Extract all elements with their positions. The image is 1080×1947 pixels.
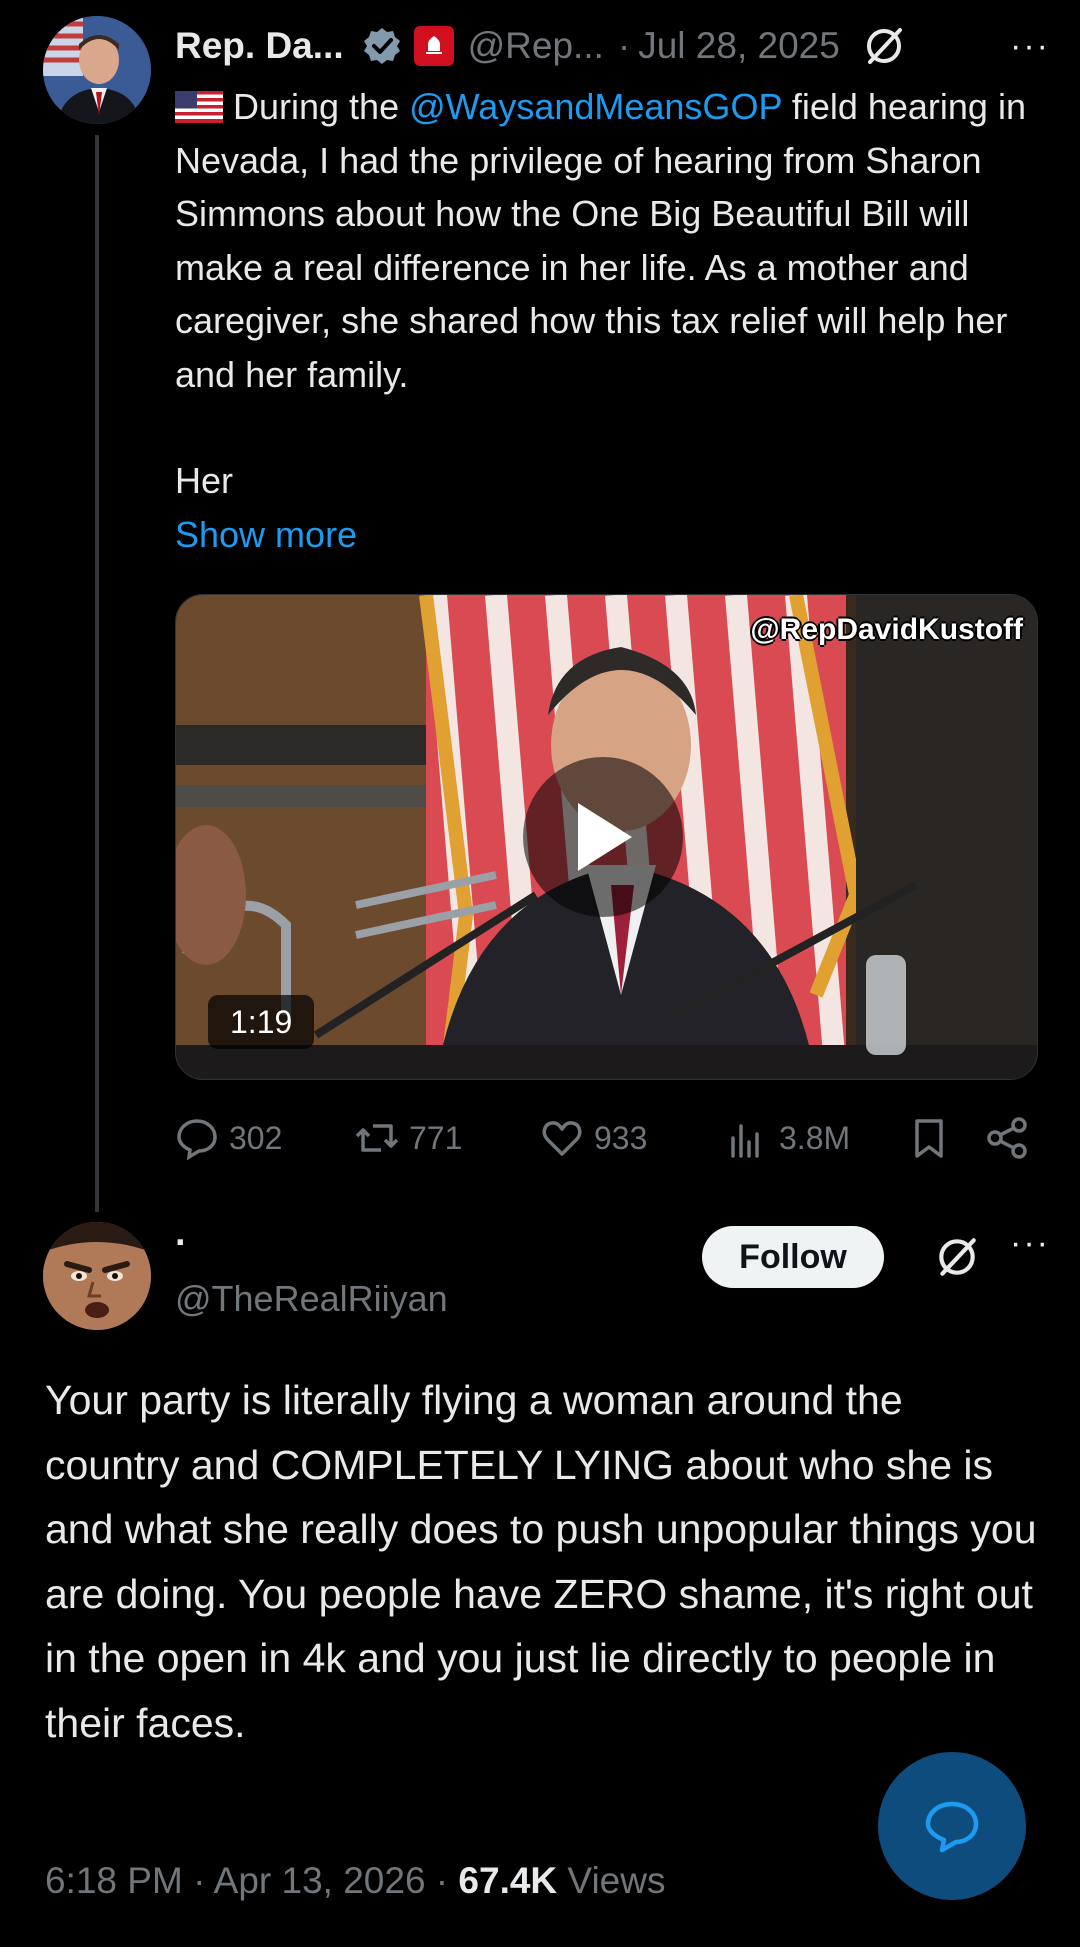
reply-body: Your party is literally flying a woman a… [45, 1377, 1037, 1746]
play-button[interactable] [523, 757, 683, 917]
tweet-date[interactable]: Jul 28, 2025 [638, 25, 840, 67]
author-avatar[interactable] [43, 16, 151, 124]
like-button[interactable]: 933 [540, 1110, 647, 1166]
follow-button[interactable]: Follow [702, 1226, 884, 1288]
bookmark-icon [915, 1119, 943, 1158]
bookmark-button[interactable] [907, 1110, 961, 1166]
grok-icon[interactable] [934, 1234, 980, 1280]
share-button[interactable] [985, 1110, 1039, 1166]
like-icon [542, 1121, 582, 1156]
tweet-text-continuation: Her [175, 460, 234, 501]
verified-badge-icon [363, 28, 400, 64]
meta-separator: · [425, 1860, 459, 1901]
reply-icon [177, 1119, 217, 1160]
grok-icon[interactable] [862, 24, 906, 68]
video-watermark: @RepDavidKustoff [750, 613, 1023, 646]
repost-button[interactable]: 771 [355, 1110, 462, 1166]
video-player[interactable]: @RepDavidKustoff 1:19 [175, 594, 1038, 1080]
reply-author-handle[interactable]: @TheRealRiiyan [175, 1278, 448, 1320]
tweet-header: Rep. Da... @Rep... · Jul 28, 2025 ··· [175, 18, 1050, 74]
tweet-body: During the @WaysandMeansGOP field hearin… [175, 80, 1045, 561]
repost-icon [355, 1124, 399, 1152]
more-options-button[interactable]: ··· [1010, 27, 1050, 66]
views-count: 3.8M [779, 1119, 851, 1156]
tweet-text-part: field hearing in Nevada, I had the privi… [175, 86, 1026, 395]
thread-connector-line [95, 135, 99, 1212]
us-flag-icon [175, 91, 223, 123]
share-icon [987, 1117, 1027, 1159]
author-handle[interactable]: @Rep... [468, 25, 604, 67]
show-more-link[interactable]: Show more [175, 508, 1045, 562]
reply-count: 302 [229, 1119, 283, 1156]
reply-meta: 6:18 PM · Apr 13, 2026 · 67.4K Views [45, 1860, 665, 1902]
reply-date[interactable]: Apr 13, 2026 [214, 1860, 426, 1901]
reply-views-label: Views [557, 1860, 666, 1901]
reply-author-avatar[interactable] [43, 1222, 151, 1330]
compose-reply-fab[interactable] [878, 1752, 1026, 1900]
header-separator: · [617, 25, 631, 66]
reply-compose-icon [925, 1801, 979, 1853]
views-button[interactable]: 3.8M [725, 1110, 850, 1166]
video-duration: 1:19 [208, 995, 315, 1049]
views-icon [731, 1124, 759, 1158]
tweet-text-part: During the [233, 86, 410, 127]
repost-count: 771 [409, 1119, 463, 1156]
reply-button[interactable]: 302 [175, 1110, 282, 1166]
reply-views-count: 67.4K [458, 1860, 558, 1901]
tweet-actions: 302 771 933 3.8M [175, 1110, 1036, 1166]
meta-separator: · [182, 1860, 214, 1901]
mention-link[interactable]: @WaysandMeansGOP [409, 86, 782, 127]
author-name[interactable]: Rep. Da... [175, 25, 344, 67]
reply-author-name[interactable]: · [175, 1222, 188, 1265]
play-icon [578, 803, 632, 871]
like-count: 933 [594, 1119, 648, 1156]
reply-more-options-button[interactable]: ··· [1010, 1224, 1050, 1263]
government-badge-icon [413, 26, 454, 66]
reply-time[interactable]: 6:18 PM [45, 1860, 183, 1901]
